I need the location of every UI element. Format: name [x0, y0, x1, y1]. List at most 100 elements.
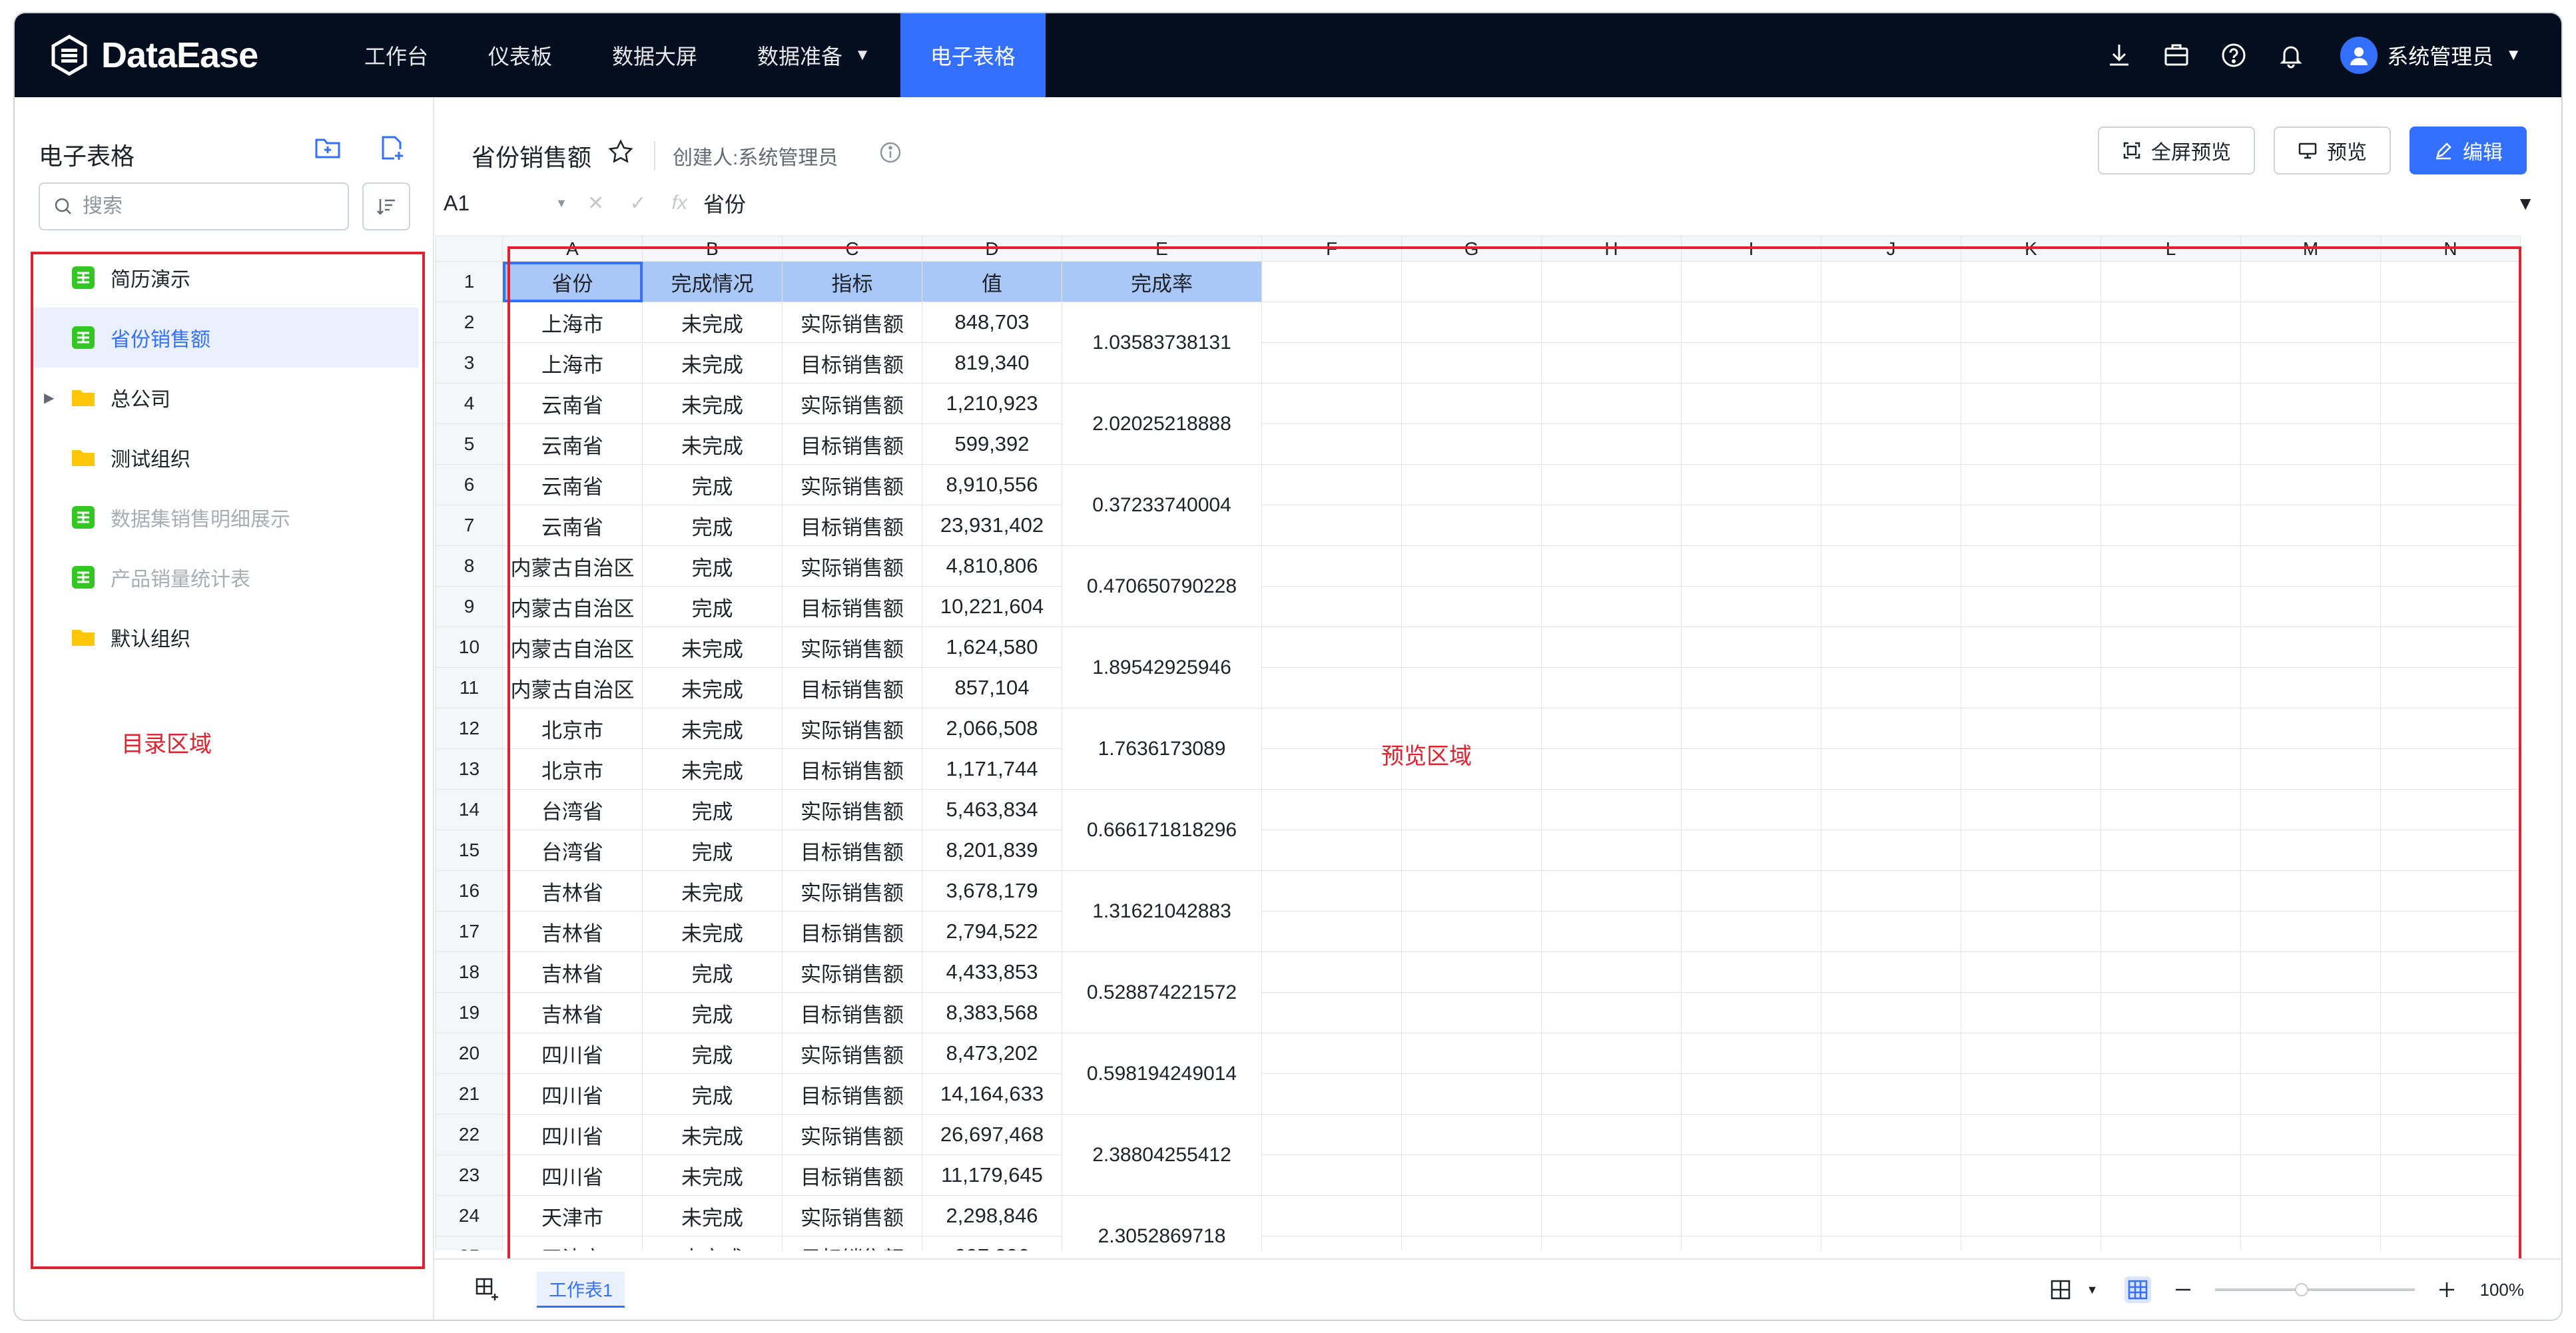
- empty-cell[interactable]: [1401, 1236, 1542, 1250]
- empty-cell[interactable]: [1401, 870, 1542, 912]
- empty-cell[interactable]: [1821, 545, 1961, 587]
- cell[interactable]: 未完成: [642, 1155, 783, 1196]
- empty-cell[interactable]: [2380, 423, 2521, 465]
- empty-cell[interactable]: [1681, 464, 1821, 505]
- row-header[interactable]: 1: [436, 261, 503, 302]
- row-header[interactable]: 3: [436, 342, 503, 384]
- merged-rate-cell[interactable]: 0.666171818296: [1062, 789, 1262, 871]
- empty-cell[interactable]: [2380, 1195, 2521, 1236]
- empty-cell[interactable]: [1541, 1033, 1682, 1074]
- empty-cell[interactable]: [2380, 505, 2521, 546]
- empty-cell[interactable]: [2380, 302, 2521, 343]
- empty-cell[interactable]: [1261, 911, 1402, 952]
- cell-reference[interactable]: A1 ▼: [444, 191, 577, 216]
- empty-cell[interactable]: [2380, 870, 2521, 912]
- cell[interactable]: 完成: [642, 545, 783, 587]
- empty-cell[interactable]: [2240, 870, 2381, 912]
- merged-rate-cell[interactable]: 1.03583738131: [1062, 302, 1262, 384]
- empty-cell[interactable]: [1821, 789, 1961, 830]
- empty-cell[interactable]: [1821, 1195, 1961, 1236]
- empty-cell[interactable]: [1401, 627, 1542, 668]
- column-header[interactable]: F: [1261, 236, 1402, 262]
- cell[interactable]: 目标销售额: [782, 342, 922, 384]
- row-header[interactable]: 25: [436, 1236, 503, 1250]
- cell[interactable]: 997,206: [922, 1236, 1062, 1250]
- column-header[interactable]: E: [1062, 236, 1262, 262]
- cell[interactable]: 未完成: [642, 423, 783, 465]
- empty-cell[interactable]: [2100, 667, 2241, 708]
- cell[interactable]: 未完成: [642, 870, 783, 912]
- empty-cell[interactable]: [1961, 748, 2101, 790]
- empty-cell[interactable]: [1961, 1155, 2101, 1196]
- cell[interactable]: 四川省: [502, 1073, 643, 1115]
- layout-icon[interactable]: [2047, 1276, 2074, 1303]
- row-header[interactable]: 6: [436, 464, 503, 505]
- empty-cell[interactable]: [1541, 1114, 1682, 1155]
- empty-cell[interactable]: [1541, 870, 1682, 912]
- empty-cell[interactable]: [1961, 1236, 2101, 1250]
- empty-cell[interactable]: [1821, 1114, 1961, 1155]
- empty-cell[interactable]: [1821, 302, 1961, 343]
- empty-cell[interactable]: [2380, 951, 2521, 993]
- cell[interactable]: 未完成: [642, 667, 783, 708]
- merged-rate-cell[interactable]: 1.7636173089: [1062, 708, 1262, 790]
- empty-cell[interactable]: [2380, 545, 2521, 587]
- cell[interactable]: 目标销售额: [782, 505, 922, 546]
- cell[interactable]: 4,810,806: [922, 545, 1062, 587]
- empty-cell[interactable]: [2380, 383, 2521, 424]
- empty-cell[interactable]: [1541, 1155, 1682, 1196]
- row-header[interactable]: 24: [436, 1195, 503, 1236]
- empty-cell[interactable]: [1961, 302, 2101, 343]
- empty-cell[interactable]: [2100, 1114, 2241, 1155]
- user-menu[interactable]: 系统管理员 ▼: [2340, 37, 2521, 74]
- empty-cell[interactable]: [2240, 464, 2381, 505]
- empty-cell[interactable]: [1541, 383, 1682, 424]
- empty-cell[interactable]: [2100, 1073, 2241, 1115]
- empty-cell[interactable]: [1401, 1033, 1542, 1074]
- empty-cell[interactable]: [1261, 586, 1402, 627]
- cancel-icon[interactable]: ✕: [587, 192, 604, 215]
- empty-cell[interactable]: [1681, 1236, 1821, 1250]
- empty-cell[interactable]: [1541, 545, 1682, 587]
- empty-cell[interactable]: [2100, 383, 2241, 424]
- empty-cell[interactable]: [2240, 708, 2381, 749]
- cell[interactable]: 未完成: [642, 342, 783, 384]
- cell[interactable]: 四川省: [502, 1155, 643, 1196]
- column-header[interactable]: A: [502, 236, 643, 262]
- cell[interactable]: 值: [922, 261, 1062, 302]
- empty-cell[interactable]: [1261, 1195, 1402, 1236]
- empty-cell[interactable]: [1681, 1114, 1821, 1155]
- empty-cell[interactable]: [1541, 261, 1682, 302]
- cell[interactable]: 目标销售额: [782, 423, 922, 465]
- empty-cell[interactable]: [2240, 789, 2381, 830]
- empty-cell[interactable]: [1261, 383, 1402, 424]
- empty-cell[interactable]: [1541, 708, 1682, 749]
- cell[interactable]: 完成: [642, 992, 783, 1033]
- empty-cell[interactable]: [1261, 870, 1402, 912]
- empty-cell[interactable]: [1401, 1195, 1542, 1236]
- empty-cell[interactable]: [2240, 586, 2381, 627]
- row-header[interactable]: 17: [436, 911, 503, 952]
- empty-cell[interactable]: [1401, 1073, 1542, 1115]
- fullscreen-preview-button[interactable]: 全屏预览: [2098, 127, 2255, 174]
- empty-cell[interactable]: [1401, 505, 1542, 546]
- empty-cell[interactable]: [2380, 627, 2521, 668]
- cell[interactable]: 2,794,522: [922, 911, 1062, 952]
- empty-cell[interactable]: [1681, 1155, 1821, 1196]
- cell[interactable]: 台湾省: [502, 830, 643, 871]
- empty-cell[interactable]: [1821, 586, 1961, 627]
- cell[interactable]: 未完成: [642, 911, 783, 952]
- empty-cell[interactable]: [1681, 545, 1821, 587]
- empty-cell[interactable]: [1821, 667, 1961, 708]
- empty-cell[interactable]: [1681, 302, 1821, 343]
- empty-cell[interactable]: [1261, 830, 1402, 871]
- empty-cell[interactable]: [1681, 627, 1821, 668]
- cell[interactable]: 内蒙古自治区: [502, 627, 643, 668]
- empty-cell[interactable]: [1961, 911, 2101, 952]
- nav-item-workbench[interactable]: 工作台: [334, 13, 458, 97]
- cell[interactable]: 599,392: [922, 423, 1062, 465]
- column-header[interactable]: N: [2380, 236, 2521, 262]
- empty-cell[interactable]: [1961, 423, 2101, 465]
- cell[interactable]: 天津市: [502, 1236, 643, 1250]
- empty-cell[interactable]: [1821, 992, 1961, 1033]
